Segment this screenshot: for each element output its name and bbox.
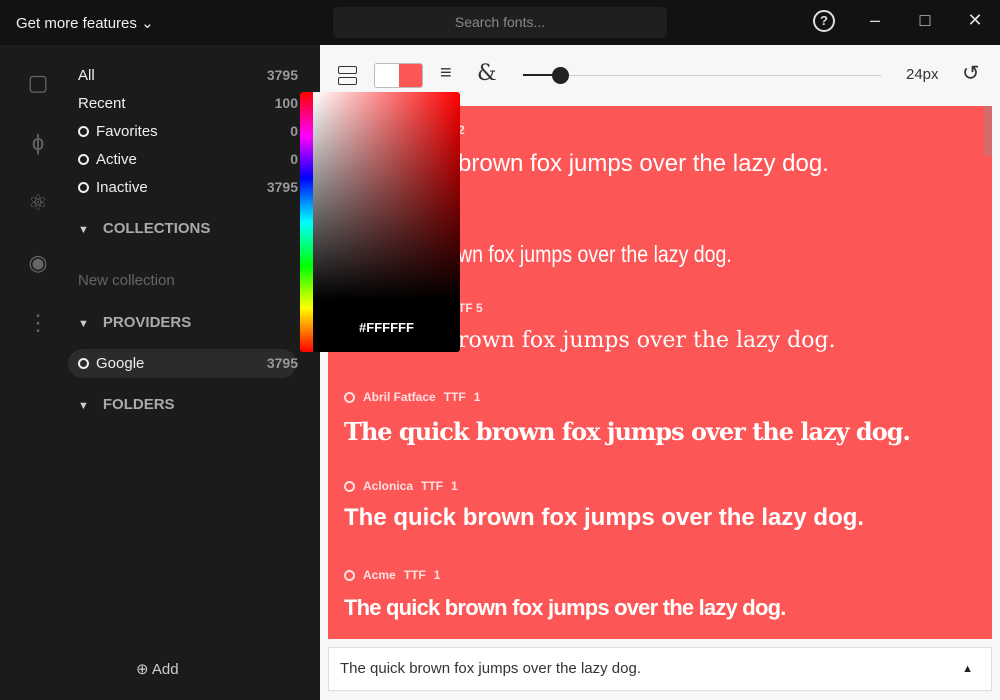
caret-down-icon: ▼ xyxy=(78,318,89,330)
count: 3795 xyxy=(266,355,298,371)
circle-icon xyxy=(78,125,89,137)
chevron-down-icon: ⌄ xyxy=(141,15,154,32)
font-type: TTF xyxy=(403,568,426,582)
font-sample[interactable]: brown fox jumps over the lazy dog. xyxy=(458,150,829,178)
get-more-features-menu[interactable]: Get more features ⌄ xyxy=(16,14,154,32)
font-sample[interactable]: The quick brown fox jumps over the lazy … xyxy=(344,595,786,621)
count: 3795 xyxy=(266,67,298,83)
label: Recent xyxy=(78,94,126,112)
font-meta: TF 5 xyxy=(458,301,483,315)
hex-value[interactable]: #FFFFFF xyxy=(313,320,460,335)
caret-up-icon[interactable]: ▲ xyxy=(962,648,973,690)
font-type: TTF xyxy=(443,390,466,404)
circle-icon[interactable] xyxy=(344,480,355,492)
more-icon[interactable]: ⋮ xyxy=(24,310,52,338)
circle-icon[interactable] xyxy=(344,391,355,403)
search-input[interactable]: Search fonts... xyxy=(333,7,667,38)
fonts-icon[interactable]: ▢ xyxy=(24,70,52,98)
layout-icon-lower xyxy=(338,77,357,85)
label: COLLECTIONS xyxy=(102,220,211,237)
circle-icon[interactable] xyxy=(344,569,355,581)
label: All xyxy=(78,66,95,84)
label: Inactive xyxy=(96,178,148,196)
plus-circle-icon: ⊕ xyxy=(136,661,149,678)
circle-icon xyxy=(78,153,89,165)
background-color-swatch[interactable] xyxy=(398,64,422,87)
font-size-slider[interactable] xyxy=(523,67,881,84)
add-button[interactable]: ⊕ Add xyxy=(136,660,179,678)
font-meta: Aclonica TTF 1 xyxy=(344,479,458,493)
providers-header[interactable]: ▼ PROVIDERS xyxy=(78,314,191,331)
help-icon[interactable]: ? xyxy=(813,10,835,32)
label: FOLDERS xyxy=(102,396,175,413)
label: Active xyxy=(96,150,137,168)
preview-text-input[interactable]: The quick brown fox jumps over the lazy … xyxy=(328,647,992,691)
minimize-icon[interactable]: – xyxy=(863,10,887,31)
hue-slider[interactable] xyxy=(300,92,313,352)
label: Google xyxy=(96,354,145,372)
label: Favorites xyxy=(96,122,158,140)
text-color-swatch[interactable] xyxy=(375,64,399,87)
provider-google-row[interactable]: Google 3795 xyxy=(78,350,298,376)
preview-text-value: The quick brown fox jumps over the lazy … xyxy=(340,660,641,677)
font-count: 1 xyxy=(473,390,481,404)
close-icon[interactable]: ✕ xyxy=(963,10,987,31)
caret-down-icon: ▼ xyxy=(78,400,89,412)
sidebar-item-inactive[interactable]: Inactive 3795 xyxy=(78,174,298,200)
collections-header[interactable]: ▼ COLLECTIONS xyxy=(78,220,210,237)
color-swatch-button[interactable] xyxy=(374,63,423,88)
circle-icon xyxy=(78,181,89,193)
sidebar-item-active[interactable]: Active 0 xyxy=(78,146,298,172)
font-name: Acme xyxy=(363,568,396,582)
font-type: TTF xyxy=(421,479,444,493)
font-sample[interactable]: The quick brown fox jumps over the lazy … xyxy=(344,417,911,446)
label: Add xyxy=(151,661,179,678)
broadcast-icon[interactable]: ◉ xyxy=(24,250,52,278)
circle-icon xyxy=(78,357,89,369)
font-meta: Abril Fatface TTF 1 xyxy=(344,390,480,404)
maximize-icon[interactable]: □ xyxy=(913,10,937,31)
font-sample[interactable]: rown fox jumps over the lazy dog. xyxy=(458,328,836,353)
count: 0 xyxy=(290,151,298,167)
glyphs-ampersand-icon[interactable]: & xyxy=(477,61,497,86)
reset-icon[interactable]: ↺ xyxy=(962,61,980,86)
font-meta: Acme TTF 1 xyxy=(344,568,440,582)
count: 3795 xyxy=(266,179,298,195)
title-bar: Get more features ⌄ Search fonts... ? – … xyxy=(0,0,1000,45)
font-count: 1 xyxy=(451,479,458,493)
font-sample[interactable]: wn fox jumps over the lazy dog. xyxy=(458,241,732,268)
align-left-icon[interactable]: ≡ xyxy=(440,62,452,85)
sidebar-item-favorites[interactable]: Favorites 0 xyxy=(78,118,298,144)
count: 100 xyxy=(274,95,298,111)
font-count: 1 xyxy=(433,568,441,582)
saturation-value-area[interactable] xyxy=(313,92,460,352)
sidebar-item-recent[interactable]: Recent 100 xyxy=(78,90,298,116)
caret-down-icon: ▼ xyxy=(78,224,89,236)
layout-icon[interactable] xyxy=(338,66,357,74)
new-collection-button[interactable]: New collection xyxy=(78,272,175,289)
font-size-value: 24px xyxy=(906,66,939,83)
lightning-icon[interactable]: ϕ xyxy=(24,130,52,158)
sidebar-item-all[interactable]: All 3795 xyxy=(78,62,298,88)
color-picker-popup: #FFFFFF xyxy=(300,92,460,352)
count: 0 xyxy=(290,123,298,139)
features-label: Get more features xyxy=(16,15,137,32)
slider-handle[interactable] xyxy=(552,67,569,84)
atom-icon[interactable]: ⚛ xyxy=(24,190,52,218)
font-name: Aclonica xyxy=(363,479,414,493)
icon-rail: ▢ ϕ ⚛ ◉ ⋮ xyxy=(0,45,70,700)
font-name: Abril Fatface xyxy=(363,390,436,404)
sidebar: All 3795 Recent 100 Favorites 0 Active 0 Ina… xyxy=(68,45,320,700)
scrollbar[interactable] xyxy=(984,106,992,156)
folders-header[interactable]: ▼ FOLDERS xyxy=(78,396,175,413)
font-sample[interactable]: The quick brown fox jumps over the lazy … xyxy=(344,504,864,532)
label: PROVIDERS xyxy=(102,314,192,331)
